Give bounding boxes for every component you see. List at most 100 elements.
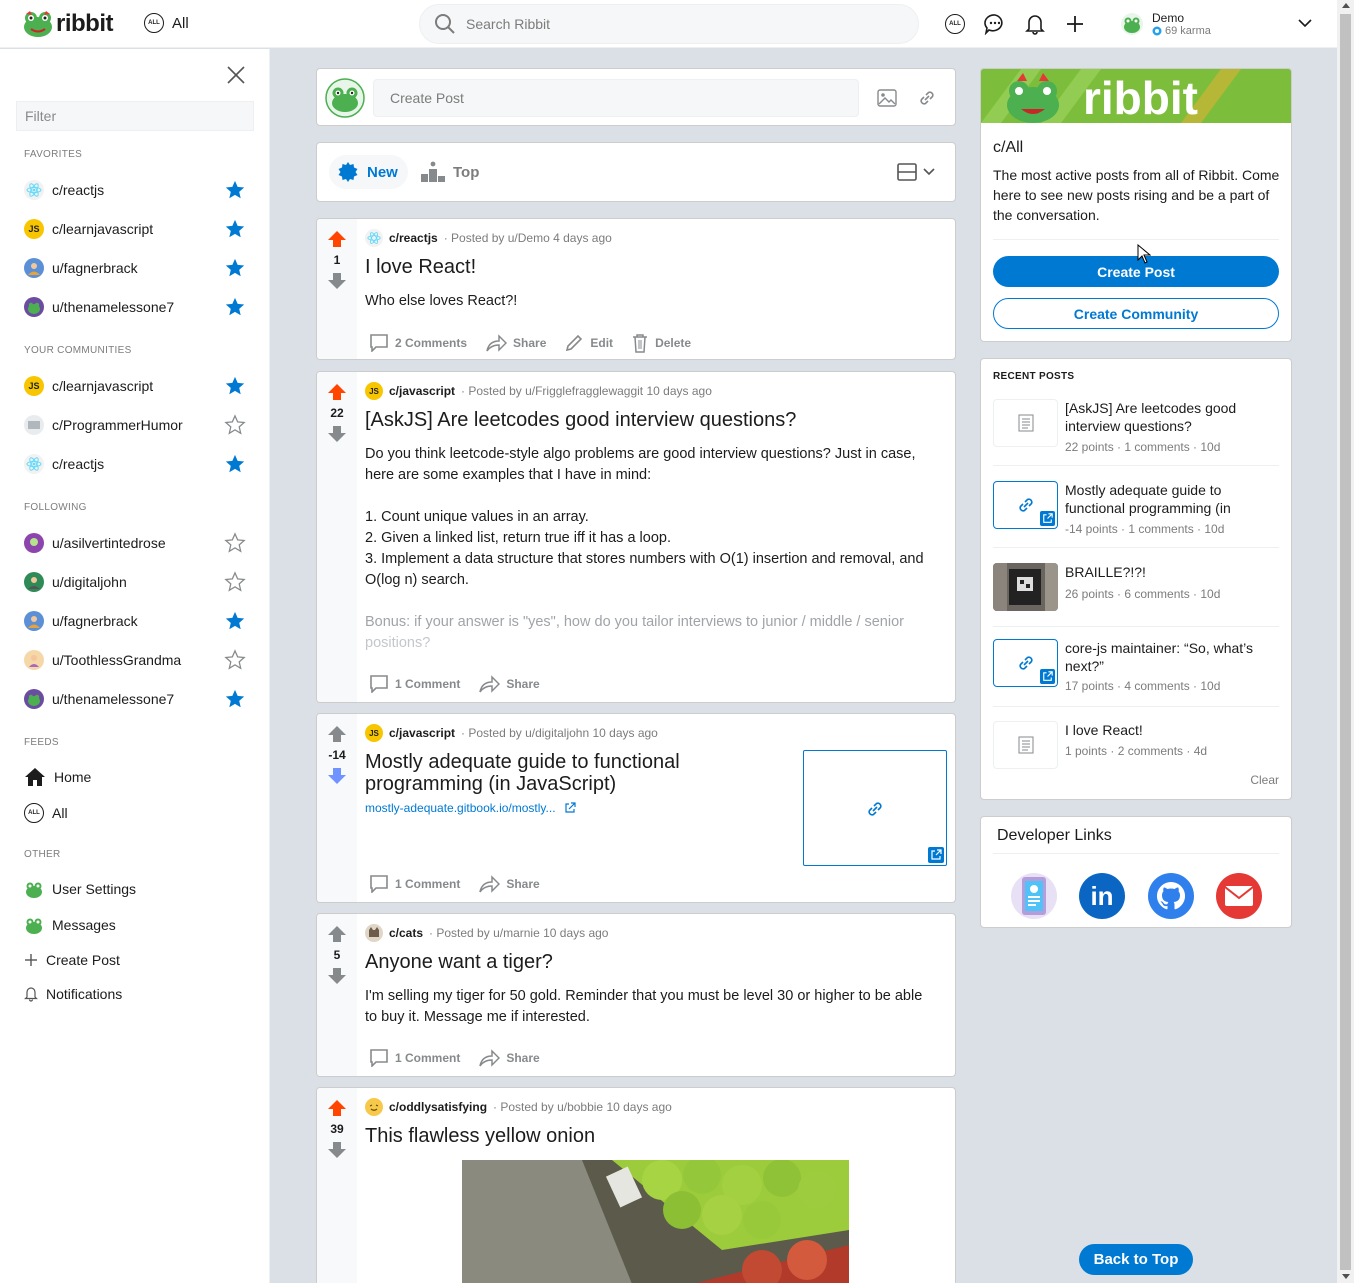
post-community-link[interactable]: c/cats [389,926,423,940]
downvote-icon[interactable] [327,766,347,786]
sort-new-button[interactable]: New [329,155,408,189]
post-title[interactable]: Mostly adequate guide to functional prog… [365,751,785,795]
sidebar-item-home[interactable]: Home [24,764,254,790]
layout-toggle-button[interactable] [897,163,935,181]
delete-button[interactable]: Delete [631,333,691,353]
linkedin-icon[interactable]: in [1079,873,1125,919]
scroll-up-arrow-icon[interactable] [1342,3,1350,8]
scrollbar-thumb[interactable] [1340,14,1351,1270]
sort-top-button[interactable]: Top [421,155,479,189]
user-menu[interactable]: Demo 69 karma [1120,8,1316,40]
post-title[interactable]: Anyone want a tiger? [365,951,553,973]
sidebar-item-learnjavascript[interactable]: JS c/learnjavascript [24,215,254,243]
sidebar-item-messages[interactable]: Messages [24,912,254,938]
star-filled-icon[interactable] [224,218,246,240]
close-sidebar-icon[interactable] [225,64,247,86]
github-icon[interactable] [1148,873,1194,919]
star-filled-icon[interactable] [224,296,246,318]
ribbit-logo[interactable]: ribbit [22,10,114,38]
upvote-icon[interactable] [327,1098,347,1118]
star-filled-icon[interactable] [224,453,246,475]
post-title[interactable]: I love React! [365,256,476,278]
recent-post-item[interactable]: [AskJS] Are leetcodes good interview que… [993,399,1279,466]
sidebar-item-notifications[interactable]: Notifications [24,981,254,1007]
edit-button[interactable]: Edit [564,333,613,353]
create-post-input[interactable]: Create Post [373,79,859,117]
downvote-icon[interactable] [327,1140,347,1160]
comments-button[interactable]: 1 Comment [369,1049,460,1067]
star-filled-icon[interactable] [224,610,246,632]
create-post-button[interactable]: Create Post [993,256,1279,287]
post-card[interactable]: -14 JS c/javascript · Posted by u/digita… [316,713,956,903]
notifications-button[interactable] [1024,12,1046,36]
star-outline-icon[interactable] [224,414,246,436]
scroll-down-arrow-icon[interactable] [1342,1274,1350,1279]
post-link[interactable]: mostly-adequate.gitbook.io/mostly... [365,801,576,815]
downvote-icon[interactable] [327,966,347,986]
post-image[interactable] [462,1160,849,1283]
link-thumbnail[interactable] [803,750,947,866]
post-card[interactable]: 5 c/cats · Posted by u/marnie 10 days ag… [316,913,956,1077]
image-icon[interactable] [877,88,897,108]
share-button[interactable]: Share [478,1049,540,1067]
post-community-link[interactable]: c/oddlysatisfying [389,1100,487,1114]
star-filled-icon[interactable] [224,179,246,201]
chat-button[interactable] [984,12,1006,36]
sidebar-item-fagnerbrack[interactable]: u/fagnerbrack [24,607,254,635]
sidebar-item-programmerhumor[interactable]: c/ProgrammerHumor [24,411,254,439]
sidebar-item-thenamelessone7[interactable]: u/thenamelessone7 [24,293,254,321]
upvote-icon[interactable] [327,724,347,744]
sidebar-item-asilvertintedrose[interactable]: u/asilvertintedrose [24,529,254,557]
sidebar-item-create-post[interactable]: Create Post [24,947,254,973]
portfolio-icon[interactable] [1011,873,1057,919]
post-community-link[interactable]: c/javascript [389,384,455,398]
recent-post-item[interactable]: I love React! 1 points · 2 comments · 4d [993,721,1279,769]
star-outline-icon[interactable] [224,571,246,593]
star-outline-icon[interactable] [224,532,246,554]
sidebar-item-digitaljohn[interactable]: u/digitaljohn [24,568,254,596]
recent-post-item[interactable]: Mostly adequate guide to functional prog… [993,481,1279,548]
upvote-icon[interactable] [327,382,347,402]
sidebar-item-user-settings[interactable]: User Settings [24,876,254,902]
star-filled-icon[interactable] [224,688,246,710]
comments-button[interactable]: 1 Comment [369,675,460,693]
upvote-icon[interactable] [327,229,347,249]
sidebar-item-toothlessgrandma[interactable]: u/ToothlessGrandma [24,646,254,674]
share-button[interactable]: Share [478,675,540,693]
sidebar-item-reactjs[interactable]: c/reactjs [24,450,254,478]
search-input[interactable]: Search Ribbit [419,4,919,44]
share-button[interactable]: Share [485,333,546,353]
post-title[interactable]: This flawless yellow onion [365,1125,595,1147]
sidebar-item-learnjavascript[interactable]: JS c/learnjavascript [24,372,254,400]
sidebar-item-fagnerbrack[interactable]: u/fagnerbrack [24,254,254,282]
create-community-button[interactable]: Create Community [993,298,1279,329]
share-button[interactable]: Share [478,875,540,893]
recent-post-item[interactable]: BRAILLE?!?! 26 points · 6 comments · 10d [993,563,1279,627]
recent-post-item[interactable]: core-js maintainer: “So, what’s next?” 1… [993,639,1279,707]
star-outline-icon[interactable] [224,649,246,671]
sidebar-item-thenamelessone7[interactable]: u/thenamelessone7 [24,685,254,713]
post-community-link[interactable]: c/reactjs [389,231,438,245]
downvote-icon[interactable] [327,424,347,444]
post-community-link[interactable]: c/javascript [389,726,455,740]
post-card[interactable]: 39 c/oddlysatisfying · Posted by u/bobbi… [316,1087,956,1283]
post-title[interactable]: [AskJS] Are leetcodes good interview que… [365,409,796,431]
post-card[interactable]: 1 c/reactjs · Posted by u/Demo 4 days ag… [316,218,956,360]
email-icon[interactable] [1216,873,1262,919]
link-icon[interactable] [917,88,937,108]
sidebar-item-reactjs[interactable]: c/reactjs [24,176,254,204]
comments-button[interactable]: 2 Comments [369,333,467,353]
feed-selector[interactable]: ALL All [144,13,189,33]
sidebar-filter-input[interactable]: Filter [16,101,254,131]
star-filled-icon[interactable] [224,257,246,279]
star-filled-icon[interactable] [224,375,246,397]
clear-recent-button[interactable]: Clear [1250,773,1279,787]
upvote-icon[interactable] [327,924,347,944]
create-button[interactable] [1064,12,1086,36]
downvote-icon[interactable] [327,271,347,291]
all-feed-button[interactable]: ALL [944,12,966,36]
sidebar-item-all[interactable]: ALL All [24,800,254,826]
comments-button[interactable]: 1 Comment [369,875,460,893]
post-card[interactable]: 22 JS c/javascript · Posted by u/Friggle… [316,371,956,703]
back-to-top-button[interactable]: Back to Top [1079,1244,1193,1275]
